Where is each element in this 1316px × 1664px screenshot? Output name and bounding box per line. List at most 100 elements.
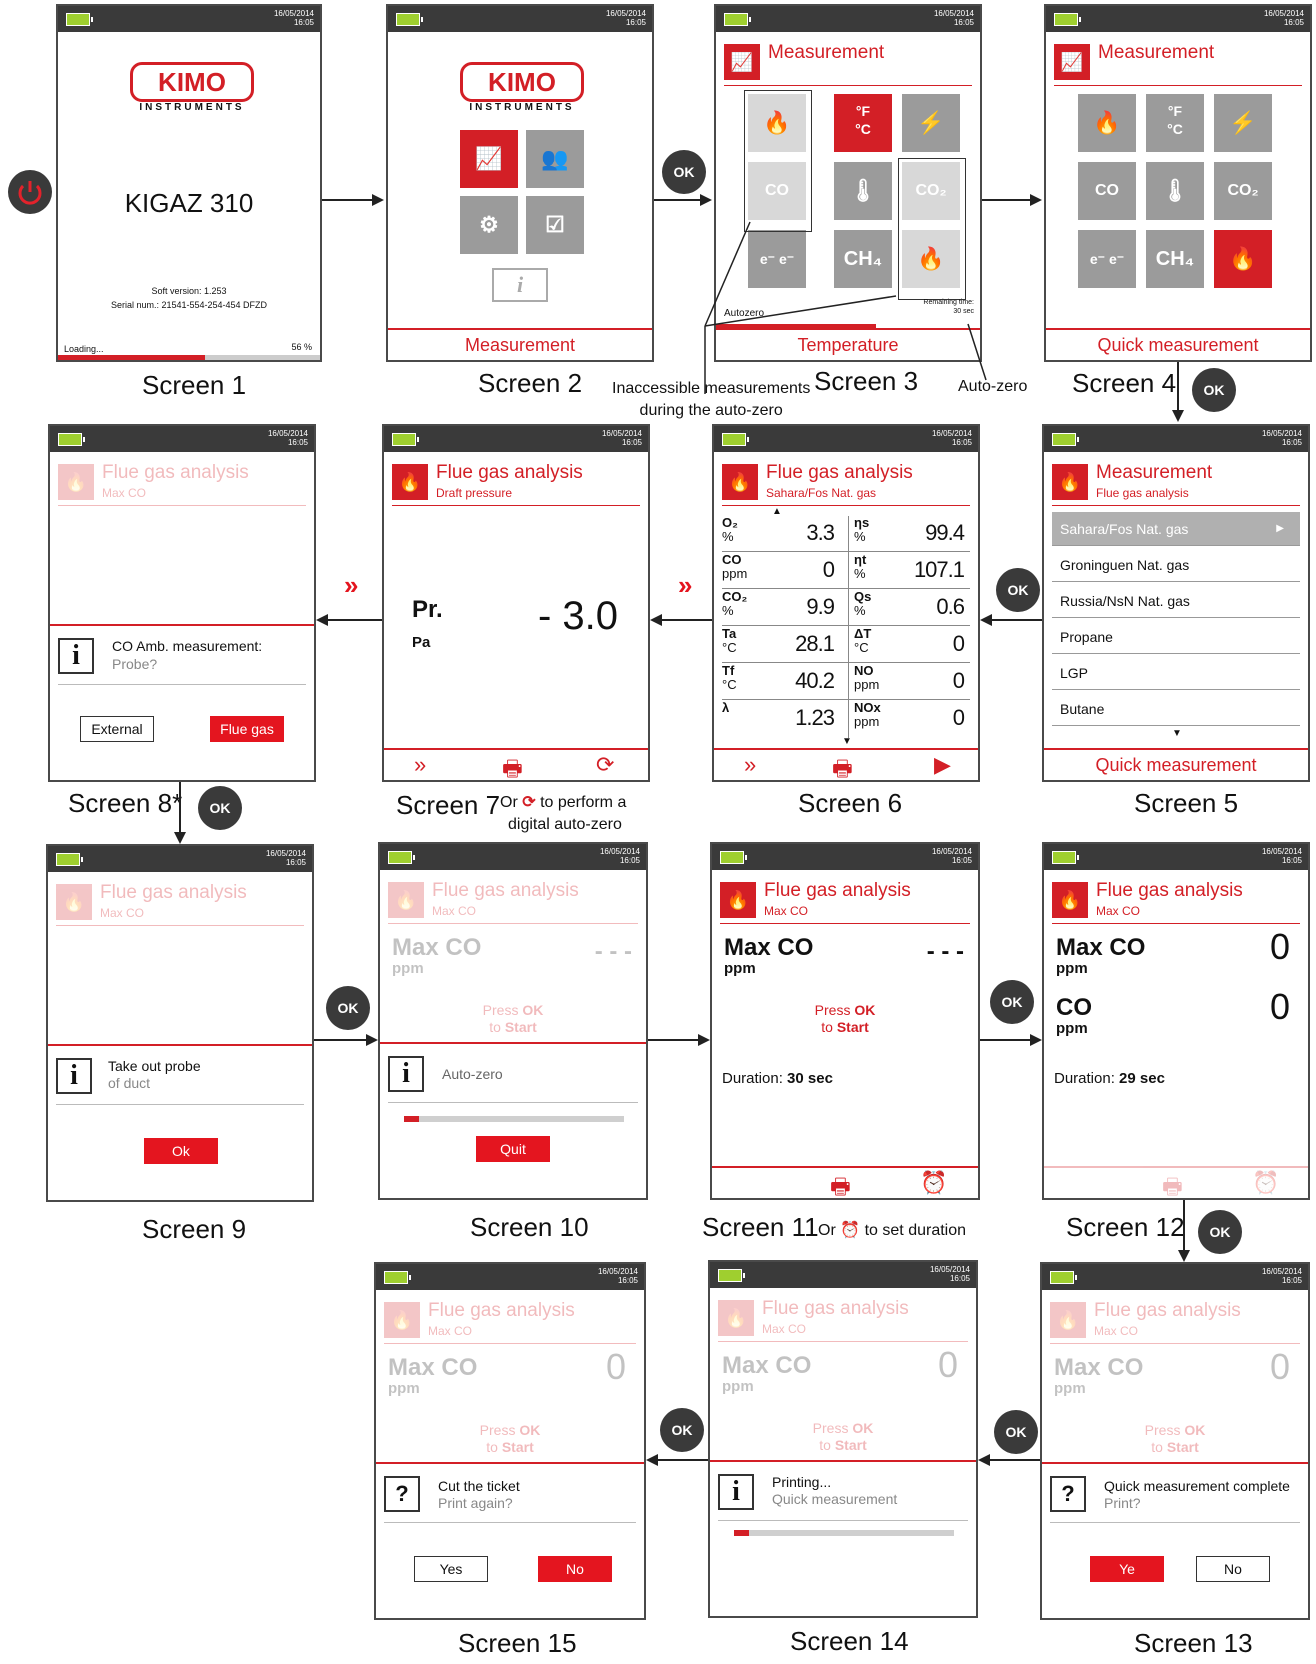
- screen-7: 16/05/2014 16:05 🔥 Flue gas analysis Draf…: [382, 424, 650, 782]
- dialog-message: Cut the ticket: [438, 1478, 520, 1494]
- maxco-unit: ppm: [1056, 960, 1088, 977]
- ok-button[interactable]: Ok: [144, 1138, 218, 1164]
- battery-icon: [56, 853, 83, 866]
- ch4-tile[interactable]: CH₄: [834, 230, 892, 288]
- screen-title: Measurement: [1096, 462, 1213, 483]
- pressure-tile[interactable]: ⚡: [902, 94, 960, 152]
- maxco-value: 0: [605, 1346, 626, 1387]
- autozero-refresh-icon[interactable]: ⟳: [596, 752, 614, 778]
- battery-icon: [1050, 1271, 1077, 1284]
- remaining-time-label: Remaining time: 30 sec: [923, 299, 974, 315]
- ok-button-icon: OK: [996, 568, 1040, 612]
- measurement-menu-icon[interactable]: 📈: [460, 130, 518, 188]
- footer-label[interactable]: Measurement: [388, 328, 652, 360]
- battery-icon: [392, 433, 419, 446]
- alarm-clock-icon: ⏰: [840, 1222, 861, 1239]
- ch4-tile[interactable]: CH₄: [1146, 230, 1204, 288]
- temperature-tile[interactable]: °F °C: [1146, 94, 1204, 152]
- status-bar: 16/05/2014 16:05: [380, 844, 646, 870]
- caption-screen-14: Screen 14: [790, 1626, 909, 1656]
- screen-13: 16/05/2014 16:05 🔥 Flue gas analysis Max …: [1040, 1262, 1310, 1620]
- flow-arrow: [1177, 362, 1179, 412]
- caption-screen-15: Screen 15: [458, 1628, 577, 1658]
- measurement-value: 107.1: [913, 557, 965, 582]
- measurement-label: λ: [722, 700, 730, 715]
- measurement-header-icon: 📈: [1054, 44, 1090, 80]
- screen-subtitle: Flue gas analysis: [1096, 486, 1189, 500]
- maxco-label: Max CO: [392, 934, 482, 961]
- settings-menu-icon[interactable]: ⚙: [460, 196, 518, 254]
- quit-button[interactable]: Quit: [476, 1136, 550, 1162]
- footer-label[interactable]: Quick measurement: [1046, 328, 1310, 360]
- caption-screen-12: Screen 12: [1066, 1212, 1185, 1242]
- battery-icon: [58, 433, 85, 446]
- alarm-clock-icon[interactable]: ⏰: [920, 1170, 947, 1196]
- footer-label[interactable]: Temperature: [716, 328, 980, 360]
- ok-button-icon: OK: [1192, 368, 1236, 412]
- status-bar: 16/05/2014 16:05: [1042, 1264, 1308, 1290]
- flue-gas-header-icon: 🔥: [384, 1302, 420, 1338]
- next-icon[interactable]: »: [744, 752, 756, 778]
- scroll-down-icon[interactable]: ▼: [1172, 728, 1182, 739]
- fuel-list-item[interactable]: Groninguen Nat. gas: [1052, 548, 1300, 582]
- no-button[interactable]: No: [538, 1556, 612, 1582]
- print-icon[interactable]: 🖶: [832, 752, 853, 780]
- measurement-value: 0: [952, 668, 965, 693]
- fuel-list-item[interactable]: LGP: [1052, 656, 1300, 690]
- measurement-cell: Tf °C 40.2: [722, 663, 835, 698]
- screen-subtitle: Max CO: [102, 486, 147, 500]
- co2-tile[interactable]: CO₂: [1214, 162, 1272, 220]
- screen-subtitle: Max CO: [100, 906, 145, 920]
- note-autozero: Auto-zero: [958, 378, 1028, 395]
- autozero-label: Autozero: [724, 308, 765, 319]
- chevron-right-icon: »: [678, 570, 693, 600]
- quick-measurement-tile[interactable]: 🔥: [1214, 230, 1272, 288]
- flow-arrow: [1183, 1200, 1185, 1252]
- electron-flame-tile[interactable]: e⁻ e⁻: [748, 230, 806, 288]
- print-icon[interactable]: 🖶: [502, 752, 523, 780]
- probe-tile[interactable]: 🌡: [1146, 162, 1204, 220]
- flame-tile[interactable]: 🔥: [1078, 94, 1136, 152]
- pressure-tile[interactable]: ⚡: [1214, 94, 1272, 152]
- measurement-label: Tf °C: [722, 663, 737, 692]
- scroll-down-icon[interactable]: ▼: [842, 736, 852, 747]
- no-button[interactable]: No: [1196, 1556, 1270, 1582]
- loading-bar: [58, 355, 320, 360]
- measurement-value: 99.4: [925, 520, 965, 545]
- fuel-list-item[interactable]: Russia/NsN Nat. gas: [1052, 584, 1300, 618]
- maxco-label: Max CO: [724, 934, 814, 961]
- measurement-cell: Qs% 0.6: [854, 590, 965, 624]
- power-button-icon[interactable]: [8, 170, 52, 214]
- flue-gas-button[interactable]: Flue gas: [210, 716, 284, 742]
- checklist-menu-icon[interactable]: ☑: [526, 196, 584, 254]
- fuel-list-item[interactable]: Propane: [1052, 620, 1300, 654]
- play-icon[interactable]: ▶: [934, 752, 951, 778]
- screen-10: 16/05/2014 16:05 🔥 Flue gas analysis Max …: [378, 842, 648, 1200]
- probe-tile[interactable]: 🌡: [834, 162, 892, 220]
- print-icon[interactable]: 🖶: [830, 1170, 851, 1198]
- info-icon[interactable]: i: [492, 268, 548, 302]
- flow-arrow: [179, 782, 181, 832]
- co-ambient-tile[interactable]: CO: [1078, 162, 1136, 220]
- measurement-cell: CO ppm 0: [722, 553, 835, 587]
- yes-button[interactable]: Ye: [1090, 1556, 1164, 1582]
- fuel-list-item[interactable]: Sahara/Fos Nat. gas: [1052, 512, 1300, 546]
- question-icon: ?: [1050, 1476, 1086, 1512]
- fuel-list-item[interactable]: Butane: [1052, 692, 1300, 726]
- press-ok-hint: Press OK to Start: [812, 1420, 874, 1453]
- caption-screen-8: Screen 8*: [68, 788, 183, 818]
- measurement-cell: ηt% 107.1: [854, 553, 965, 587]
- temperature-tile[interactable]: °F °C: [834, 94, 892, 152]
- electron-flame-tile[interactable]: e⁻ e⁻: [1078, 230, 1136, 288]
- footer-label[interactable]: Quick measurement: [1044, 748, 1308, 780]
- chevron-right-icon: »: [344, 570, 359, 600]
- external-button[interactable]: External: [80, 716, 154, 742]
- info-icon: i: [56, 1058, 92, 1094]
- screen-title: Flue gas analysis: [102, 462, 249, 483]
- next-icon[interactable]: »: [414, 752, 426, 778]
- users-menu-icon[interactable]: 👥: [526, 130, 584, 188]
- screen-title: Flue gas analysis: [1094, 1300, 1241, 1321]
- flow-arrow: [662, 619, 712, 621]
- dialog-message: Take out probe: [108, 1058, 201, 1074]
- yes-button[interactable]: Yes: [414, 1556, 488, 1582]
